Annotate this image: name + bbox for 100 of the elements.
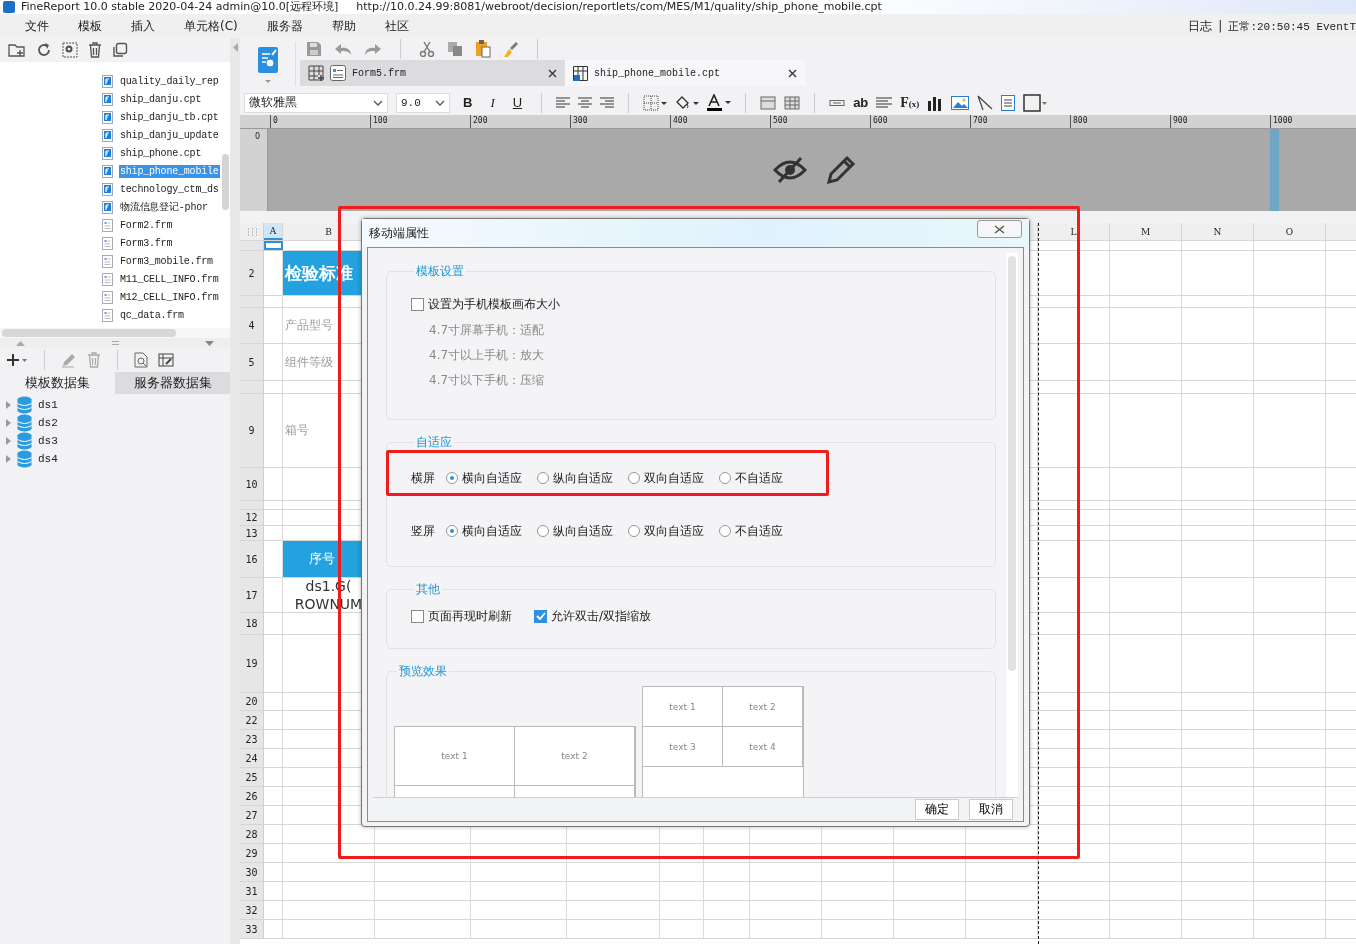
row-header[interactable]: 28 <box>240 825 264 843</box>
close-button[interactable] <box>977 220 1022 238</box>
row-header[interactable]: 17 <box>240 578 264 612</box>
align-center-icon[interactable] <box>578 95 593 110</box>
slash-icon[interactable] <box>977 94 994 111</box>
radio-button[interactable]: 纵向自适应 <box>537 469 628 487</box>
expand-arrow-icon[interactable] <box>6 401 11 409</box>
page-icon[interactable] <box>1001 94 1016 111</box>
row-header[interactable]: 22 <box>240 711 264 729</box>
checkbox[interactable]: 设置为手机模板画布大小 <box>411 294 995 314</box>
file-name[interactable]: ship_danju_update <box>119 128 220 142</box>
fill-color-icon[interactable] <box>675 94 700 111</box>
grip-icon[interactable] <box>111 341 119 345</box>
align-right-icon[interactable] <box>600 95 615 110</box>
file-name[interactable]: ship_phone.cpt <box>119 146 203 160</box>
dataset-edit-icon[interactable] <box>158 353 174 367</box>
close-icon[interactable] <box>548 68 557 78</box>
document-tab[interactable]: ship_phone_mobile.cpt <box>565 60 805 86</box>
row-header[interactable]: 26 <box>240 787 264 805</box>
radio-button[interactable]: 不自适应 <box>719 469 810 487</box>
row-header[interactable]: 20 <box>240 693 264 710</box>
file-name[interactable]: ship_danju_tb.cpt <box>119 110 220 124</box>
caret-icon[interactable] <box>373 99 383 106</box>
collapse-up-icon[interactable] <box>16 340 25 346</box>
radio-button[interactable]: 横向自适应 <box>446 469 537 487</box>
dataset-name[interactable]: ds3 <box>38 435 58 447</box>
row-header[interactable]: 31 <box>240 882 264 900</box>
row-header[interactable]: 33 <box>240 920 264 938</box>
row-header[interactable]: 13 <box>240 526 264 540</box>
menu-item[interactable]: 服务器 <box>266 17 303 35</box>
column-header[interactable]: A <box>264 223 283 240</box>
dialog-button[interactable]: 取消 <box>969 799 1013 820</box>
radio-button[interactable]: 纵向自适应 <box>537 522 628 540</box>
text-button[interactable]: ab <box>853 95 869 110</box>
checkbox[interactable]: 页面再现时刷新 <box>411 606 512 626</box>
preview-icon[interactable] <box>134 352 148 368</box>
file-name[interactable]: qc_data.frm <box>119 308 185 322</box>
row-header[interactable]: 19 <box>240 635 264 692</box>
menu-item[interactable]: 插入 <box>131 17 155 35</box>
font-size-select[interactable]: 9.0 <box>396 92 450 113</box>
row-header[interactable]: 5 <box>240 344 264 380</box>
row-header[interactable]: 25 <box>240 768 264 786</box>
row-header[interactable]: 18 <box>240 613 264 634</box>
format-brush-icon[interactable] <box>503 41 519 57</box>
file-name[interactable]: technology_ctm_ds <box>119 182 220 196</box>
row-header[interactable]: 10 <box>240 468 264 500</box>
collapse-left-icon[interactable] <box>232 43 238 52</box>
dataset-name[interactable]: ds1 <box>38 399 58 411</box>
radio-button[interactable]: 横向自适应 <box>446 522 537 540</box>
row-header[interactable]: 27 <box>240 806 264 824</box>
dataset-name[interactable]: ds2 <box>38 417 58 429</box>
close-icon[interactable] <box>994 224 1005 234</box>
edit-icon[interactable] <box>61 352 77 368</box>
row-header[interactable]: 32 <box>240 901 264 919</box>
border-icon[interactable] <box>643 94 668 111</box>
align-left-icon[interactable] <box>556 95 571 110</box>
menu-item[interactable]: 社区 <box>384 17 409 35</box>
expand-arrow-icon[interactable] <box>6 455 11 463</box>
cut-icon[interactable] <box>419 41 435 57</box>
paste-icon[interactable] <box>475 40 491 58</box>
radio-button[interactable]: 不自适应 <box>719 522 810 540</box>
menu-item[interactable]: 单元格(C) <box>184 17 238 35</box>
expand-arrow-icon[interactable] <box>6 437 11 445</box>
report-designer-icon[interactable] <box>256 45 279 74</box>
split-cells-icon[interactable] <box>784 95 801 110</box>
font-select[interactable]: 微软雅黑 <box>244 92 388 113</box>
radio-button[interactable]: 双向自适应 <box>628 469 719 487</box>
menu-item[interactable]: 模板 <box>78 17 102 35</box>
refresh-icon[interactable] <box>36 42 52 58</box>
pencil-icon[interactable] <box>825 154 857 186</box>
scrollbar-thumb[interactable] <box>222 154 229 210</box>
border-frame-icon[interactable] <box>1023 93 1048 112</box>
file-name[interactable]: 物流信息登记-phor <box>119 199 209 215</box>
row-header[interactable]: 4 <box>240 308 264 343</box>
file-name[interactable]: M11_CELL_INFO.frm <box>119 272 220 286</box>
text-field-icon[interactable] <box>829 98 846 107</box>
file-name[interactable]: quality_daily_rep <box>119 74 220 88</box>
file-name[interactable]: Form3.frm <box>119 236 174 250</box>
redo-icon[interactable] <box>364 42 382 56</box>
undo-icon[interactable] <box>334 42 352 56</box>
row-header[interactable]: 2 <box>240 251 264 295</box>
file-name[interactable]: Form3_mobile.frm <box>119 254 214 268</box>
row-header[interactable]: 29 <box>240 844 264 862</box>
settings-icon[interactable] <box>62 42 78 58</box>
caret-icon[interactable] <box>435 99 445 106</box>
underline-button[interactable]: U <box>507 95 528 110</box>
row-header[interactable]: 9 <box>240 394 264 467</box>
bold-button[interactable]: B <box>458 95 478 110</box>
scrollbar-thumb[interactable] <box>1008 256 1016 671</box>
copy-icon[interactable] <box>447 41 463 57</box>
add-grid-icon[interactable] <box>308 65 324 81</box>
scrollbar-thumb[interactable] <box>2 329 176 337</box>
menu-item[interactable]: 帮助 <box>331 17 356 35</box>
new-folder-icon[interactable] <box>8 42 26 58</box>
row-header[interactable]: 16 <box>240 541 264 577</box>
row-header[interactable]: 12 <box>240 510 264 525</box>
image-icon[interactable] <box>951 95 970 110</box>
radio-button[interactable]: 双向自适应 <box>628 522 719 540</box>
document-tab[interactable]: Form5.frm <box>300 60 565 86</box>
save-icon[interactable] <box>306 41 322 57</box>
